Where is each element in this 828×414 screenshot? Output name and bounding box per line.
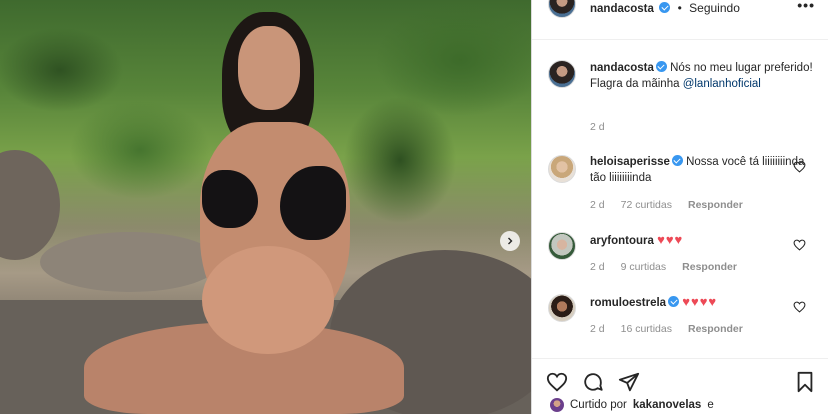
- heart-icon[interactable]: [793, 161, 806, 173]
- post-side-panel: nandacosta • Seguindo ••• nandacosta Nós…: [531, 0, 828, 414]
- post-username[interactable]: nandacosta: [590, 3, 654, 15]
- comment-item: heloisaperisse Nossa você tá liiiiiiiind…: [590, 154, 810, 186]
- liked-by-suffix: e: [707, 399, 714, 411]
- comment-meta: 2 d 9 curtidas Responder: [590, 261, 737, 273]
- avatar[interactable]: [550, 398, 564, 412]
- comment-likes[interactable]: 9 curtidas: [621, 261, 667, 273]
- avatar[interactable]: [548, 294, 576, 322]
- comment-meta: 2 d 72 curtidas Responder: [590, 199, 743, 211]
- heart-icon[interactable]: [793, 239, 806, 251]
- comment-username[interactable]: romuloestrela: [590, 297, 666, 309]
- comment-username[interactable]: heloisaperisse: [590, 156, 670, 168]
- post-photo[interactable]: [0, 0, 531, 414]
- comment-item: aryfontoura ♥♥♥: [590, 232, 810, 249]
- reply-button[interactable]: Responder: [688, 199, 743, 211]
- verified-badge-icon: [659, 2, 671, 13]
- comment-likes[interactable]: 72 curtidas: [621, 199, 672, 211]
- paper-plane-icon[interactable]: [618, 371, 640, 393]
- comment-time[interactable]: 2 d: [590, 261, 605, 273]
- chevron-right-icon[interactable]: [500, 231, 520, 251]
- comment-item: romuloestrela ♥♥♥♥: [590, 294, 810, 311]
- verified-badge-icon: [668, 296, 680, 307]
- caption-mention-link[interactable]: @lanlanhoficial: [683, 78, 761, 90]
- reply-button[interactable]: Responder: [682, 261, 737, 273]
- comment-bubble-icon[interactable]: [582, 371, 604, 393]
- caption-timestamp[interactable]: 2 d: [590, 121, 605, 133]
- liked-by-summary: Curtido por kakanovelas e: [550, 398, 714, 412]
- verified-badge-icon: [655, 61, 667, 72]
- photo-person: [84, 12, 404, 414]
- photo-face: [238, 26, 300, 110]
- comment-text: ♥♥♥♥: [682, 294, 718, 309]
- post-header: nandacosta • Seguindo •••: [532, 0, 828, 40]
- comment-time[interactable]: 2 d: [590, 323, 605, 335]
- heart-icon[interactable]: [546, 371, 568, 393]
- heart-icon[interactable]: [793, 301, 806, 313]
- comment-time[interactable]: 2 d: [590, 199, 605, 211]
- avatar[interactable]: [548, 232, 576, 260]
- avatar[interactable]: [548, 0, 576, 18]
- reply-button[interactable]: Responder: [688, 323, 743, 335]
- bookmark-icon[interactable]: [794, 371, 816, 393]
- more-options-icon[interactable]: •••: [797, 0, 815, 16]
- liked-by-prefix: Curtido por: [570, 399, 627, 411]
- post-header-user: nandacosta • Seguindo: [590, 0, 740, 16]
- follow-status-button[interactable]: Seguindo: [689, 1, 740, 15]
- comment-meta: 2 d 16 curtidas Responder: [590, 323, 743, 335]
- avatar[interactable]: [548, 60, 576, 88]
- post-caption: nandacosta Nós no meu lugar preferido! F…: [590, 60, 815, 92]
- photo-belly: [202, 246, 334, 354]
- comment-text: ♥♥♥: [657, 232, 684, 247]
- verified-badge-icon: [671, 155, 683, 166]
- avatar[interactable]: [548, 155, 576, 183]
- liked-by-username[interactable]: kakanovelas: [633, 399, 701, 411]
- comment-likes[interactable]: 16 curtidas: [621, 323, 672, 335]
- separator-dot: •: [677, 1, 682, 15]
- photo-bikini-right: [280, 166, 346, 240]
- chevron-right-icon-glyph: [508, 237, 513, 245]
- comment-username[interactable]: aryfontoura: [590, 235, 654, 247]
- caption-username[interactable]: nandacosta: [590, 62, 654, 74]
